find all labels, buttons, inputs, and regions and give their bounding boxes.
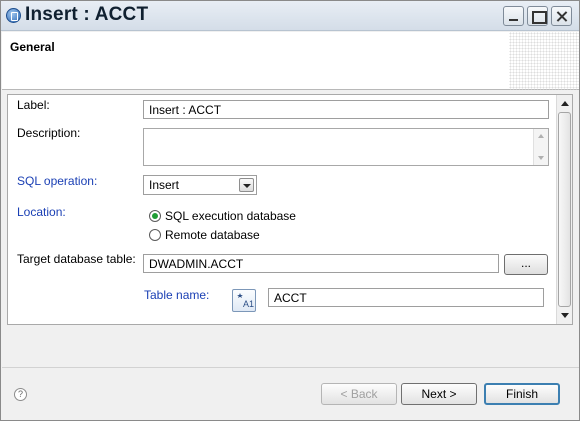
help-icon[interactable]: ? xyxy=(14,388,27,401)
scroll-up-icon xyxy=(538,134,544,138)
label-input[interactable]: Insert : ACCT xyxy=(143,100,549,119)
radio-checked-icon[interactable] xyxy=(149,210,161,222)
table-name-input[interactable]: ACCT xyxy=(268,288,544,307)
scrollbar-thumb[interactable] xyxy=(558,112,571,307)
description-input[interactable] xyxy=(143,128,549,166)
maximize-button[interactable] xyxy=(527,6,548,26)
chevron-down-icon xyxy=(239,178,254,192)
header-banner: General xyxy=(2,32,579,90)
window-title: Insert : ACCT xyxy=(25,4,149,25)
scroll-down-icon xyxy=(538,156,544,160)
back-button[interactable]: < Back xyxy=(321,383,397,405)
label-field-label: Label: xyxy=(17,98,50,112)
target-table-input[interactable]: DWADMIN.ACCT xyxy=(143,254,499,273)
sql-operation-value: Insert xyxy=(149,178,180,192)
finish-button[interactable]: Finish xyxy=(484,383,560,405)
section-title: General xyxy=(10,40,55,54)
sort-columns-button[interactable]: A1 xyxy=(232,289,256,312)
sql-operation-label[interactable]: SQL operation: xyxy=(17,174,97,188)
location-label[interactable]: Location: xyxy=(17,205,66,219)
table-name-label[interactable]: Table name: xyxy=(144,288,209,302)
description-scrollbar[interactable] xyxy=(533,129,548,165)
title-bar[interactable]: Insert : ACCT xyxy=(1,1,579,31)
form-scrollbar[interactable] xyxy=(556,95,572,324)
minimize-button[interactable] xyxy=(503,6,524,26)
close-button[interactable] xyxy=(551,6,572,26)
svg-text:A1: A1 xyxy=(243,299,254,309)
next-button[interactable]: Next > xyxy=(401,383,477,405)
app-icon xyxy=(6,8,21,23)
browse-button[interactable]: ... xyxy=(504,254,548,275)
radio-unchecked-icon[interactable] xyxy=(149,229,161,241)
radio-label: SQL execution database xyxy=(165,209,296,223)
sql-operation-select[interactable]: Insert xyxy=(143,175,257,195)
scroll-up-icon[interactable] xyxy=(557,95,573,111)
properties-form: Label: Insert : ACCT Description: SQL op… xyxy=(7,94,573,325)
footer-divider xyxy=(2,367,579,368)
insert-dialog: Insert : ACCT General Label: Insert : AC… xyxy=(0,0,580,421)
sort-columns-icon: A1 xyxy=(237,293,254,309)
banner-decoration xyxy=(509,32,579,90)
scroll-down-icon[interactable] xyxy=(557,308,573,324)
radio-label: Remote database xyxy=(165,228,260,242)
target-table-label: Target database table: xyxy=(17,252,136,266)
description-field-label: Description: xyxy=(17,126,81,140)
